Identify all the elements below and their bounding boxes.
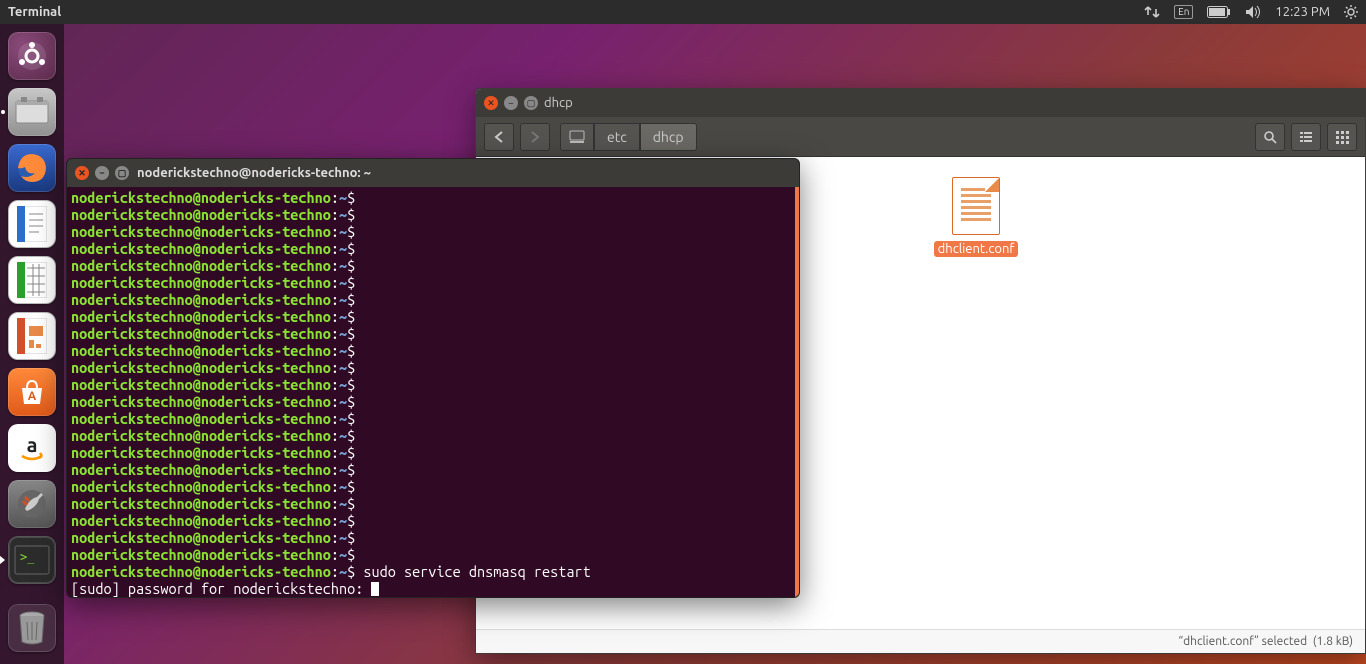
launcher-terminal[interactable]: >_ xyxy=(6,534,58,586)
impress-icon xyxy=(8,312,56,360)
list-view-button[interactable] xyxy=(1291,123,1321,151)
close-button[interactable]: ✕ xyxy=(484,96,498,110)
launcher-settings[interactable] xyxy=(6,478,58,530)
launcher-writer[interactable] xyxy=(6,198,58,250)
files-toolbar: etc dhcp xyxy=(476,117,1365,157)
path-segment-etc[interactable]: etc xyxy=(594,123,640,151)
icon-view-button[interactable] xyxy=(1327,123,1357,151)
path-segment-dhcp[interactable]: dhcp xyxy=(640,123,697,151)
launcher-calc[interactable] xyxy=(6,254,58,306)
battery-icon[interactable] xyxy=(1207,6,1231,18)
svg-text:a: a xyxy=(27,433,38,456)
path-bar: etc dhcp xyxy=(560,123,697,151)
terminal-scrollbar-accent xyxy=(795,187,799,597)
statusbar-size: (1.8 kB) xyxy=(1313,635,1353,648)
sound-icon[interactable] xyxy=(1245,5,1261,19)
clock[interactable]: 12:23 PM xyxy=(1275,5,1330,19)
launcher-dash[interactable] xyxy=(6,30,58,82)
keyboard-layout-indicator[interactable]: En xyxy=(1174,5,1193,19)
minimize-button[interactable]: – xyxy=(504,96,518,110)
files-statusbar: “dhclient.conf” selected (1.8 kB) xyxy=(476,629,1365,653)
close-button[interactable]: ✕ xyxy=(75,166,89,180)
maximize-button[interactable]: ▢ xyxy=(115,166,129,180)
forward-button[interactable] xyxy=(520,123,550,151)
active-app-label: Terminal xyxy=(8,5,61,19)
launcher-files[interactable] xyxy=(6,86,58,138)
top-menubar: Terminal En 12:23 PM xyxy=(0,0,1366,24)
launcher-firefox[interactable] xyxy=(6,142,58,194)
files-icon xyxy=(8,88,56,136)
window-controls: ✕ – ▢ xyxy=(75,166,129,180)
menubar-indicators: En 12:23 PM xyxy=(1144,5,1358,19)
file-label: dhclient.conf xyxy=(934,241,1019,257)
writer-icon xyxy=(8,200,56,248)
launcher-amazon[interactable]: a xyxy=(6,422,58,474)
files-title: dhcp xyxy=(544,96,573,110)
calc-icon xyxy=(8,256,56,304)
file-item[interactable]: dhclient.conf xyxy=(906,177,1046,257)
search-button[interactable] xyxy=(1255,123,1285,151)
network-icon[interactable] xyxy=(1144,5,1160,19)
terminal-titlebar[interactable]: ✕ – ▢ noderickstechno@nodericks-techno: … xyxy=(67,159,799,187)
terminal-icon: >_ xyxy=(8,536,56,584)
settings-icon xyxy=(8,480,56,528)
terminal-output[interactable]: noderickstechno@nodericks-techno:~$ node… xyxy=(67,187,799,597)
maximize-button[interactable]: ▢ xyxy=(524,96,538,110)
session-gear-icon[interactable] xyxy=(1344,5,1358,19)
terminal-title: noderickstechno@nodericks-techno: ~ xyxy=(137,166,371,180)
amazon-icon: a xyxy=(8,424,56,472)
trash-icon xyxy=(8,604,56,652)
terminal-window: ✕ – ▢ noderickstechno@nodericks-techno: … xyxy=(66,158,800,598)
path-segment-computer[interactable] xyxy=(560,123,594,151)
minimize-button[interactable]: – xyxy=(95,166,109,180)
launcher-software[interactable]: A xyxy=(6,366,58,418)
back-button[interactable] xyxy=(484,123,514,151)
launcher-impress[interactable] xyxy=(6,310,58,362)
config-file-icon xyxy=(952,177,1000,235)
software-icon: A xyxy=(8,368,56,416)
files-titlebar[interactable]: ✕ – ▢ dhcp xyxy=(476,89,1365,117)
statusbar-selection: “dhclient.conf” selected xyxy=(1178,635,1307,648)
dash-icon xyxy=(8,32,56,80)
launcher-trash[interactable] xyxy=(6,604,58,656)
unity-launcher: Aa >_ xyxy=(0,24,64,664)
svg-text:>_: >_ xyxy=(20,550,35,564)
firefox-icon xyxy=(8,144,56,192)
svg-text:A: A xyxy=(28,390,37,403)
window-controls: ✕ – ▢ xyxy=(484,96,538,110)
